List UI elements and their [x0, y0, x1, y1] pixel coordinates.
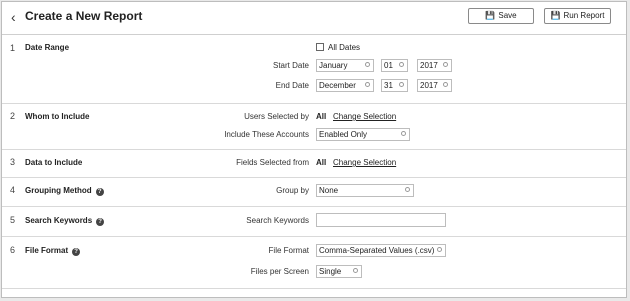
- start-date-label: Start Date: [272, 61, 309, 70]
- help-icon[interactable]: ?: [96, 218, 105, 226]
- section-title: Search Keywords?: [25, 216, 105, 226]
- help-icon[interactable]: ?: [72, 248, 81, 256]
- include-accounts-label: Include These Accounts: [224, 130, 309, 139]
- end-month-value: December: [319, 81, 356, 90]
- section-title: Date Range: [25, 43, 70, 52]
- page-title: Create a New Report: [25, 9, 143, 23]
- run-report-icon: 💾: [550, 11, 561, 20]
- start-year-select[interactable]: 2017: [417, 59, 452, 72]
- section-title: Whom to Include: [25, 112, 90, 121]
- dropdown-caret-icon: [399, 82, 404, 87]
- start-day-select[interactable]: 01: [381, 59, 408, 72]
- section-whom-to-include: 2 Whom to Include Users Selected by All …: [2, 103, 626, 150]
- section-search-keywords: 5 Search Keywords? Search Keywords: [2, 206, 626, 237]
- section-title-text: Search Keywords: [25, 216, 93, 225]
- file-format-label: File Format: [268, 246, 309, 255]
- files-per-screen-label: Files per Screen: [250, 267, 309, 276]
- fields-selected-value: All: [316, 158, 327, 167]
- section-number: 3: [10, 157, 16, 167]
- section-number: 4: [10, 185, 16, 195]
- report-panel: ‹ Create a New Report 💾 Save 💾 Run Repor…: [1, 1, 627, 298]
- run-report-button[interactable]: 💾 Run Report: [544, 8, 611, 24]
- group-by-label: Group by: [276, 186, 309, 195]
- fields-selected-label: Fields Selected from: [236, 158, 309, 167]
- end-day-value: 31: [384, 81, 393, 90]
- section-file-format: 6 File Format? File Format Comma-Separat…: [2, 236, 626, 289]
- section-date-range: 1 Date Range All Dates Start Date Januar…: [2, 35, 626, 104]
- end-day-select[interactable]: 31: [381, 79, 408, 92]
- section-title: File Format?: [25, 246, 81, 256]
- section-title: Data to Include: [25, 158, 83, 167]
- include-accounts-select[interactable]: Enabled Only: [316, 128, 410, 141]
- section-data-to-include: 3 Data to Include Fields Selected from A…: [2, 149, 626, 178]
- dropdown-caret-icon: [405, 187, 410, 192]
- search-keywords-label: Search Keywords: [246, 216, 309, 225]
- search-keywords-input[interactable]: [316, 213, 446, 227]
- section-number: 1: [10, 43, 16, 53]
- file-format-select[interactable]: Comma-Separated Values (.csv): [316, 244, 446, 257]
- include-accounts-value: Enabled Only: [319, 130, 368, 139]
- header-bar: ‹ Create a New Report 💾 Save 💾 Run Repor…: [2, 2, 626, 35]
- section-title-text: File Format: [25, 246, 69, 255]
- files-per-screen-select[interactable]: Single: [316, 265, 362, 278]
- dropdown-caret-icon: [401, 131, 406, 136]
- save-icon: 💾: [485, 11, 496, 20]
- users-selected-label: Users Selected by: [244, 112, 309, 121]
- section-title-text: Grouping Method: [25, 186, 92, 195]
- section-number: 2: [10, 111, 16, 121]
- files-per-screen-value: Single: [319, 267, 342, 276]
- file-format-value: Comma-Separated Values (.csv): [319, 246, 435, 255]
- change-selection-link[interactable]: Change Selection: [333, 112, 396, 121]
- run-label: Run Report: [563, 11, 605, 20]
- end-year-select[interactable]: 2017: [417, 79, 452, 92]
- group-by-value: None: [319, 186, 339, 195]
- dropdown-caret-icon: [353, 268, 358, 273]
- start-day-value: 01: [384, 61, 393, 70]
- save-button[interactable]: 💾 Save: [468, 8, 534, 24]
- help-icon[interactable]: ?: [95, 188, 104, 196]
- dropdown-caret-icon: [443, 82, 448, 87]
- end-year-value: 2017: [420, 81, 438, 90]
- end-month-select[interactable]: December: [316, 79, 374, 92]
- change-selection-link[interactable]: Change Selection: [333, 158, 396, 167]
- start-year-value: 2017: [420, 61, 438, 70]
- back-chevron-icon[interactable]: ‹: [11, 9, 16, 25]
- section-number: 5: [10, 215, 16, 225]
- section-title: Grouping Method?: [25, 186, 104, 196]
- all-dates-checkbox[interactable]: [316, 43, 324, 51]
- all-dates-label: All Dates: [328, 43, 361, 52]
- dropdown-caret-icon: [399, 62, 404, 67]
- dropdown-caret-icon: [437, 247, 442, 252]
- users-selected-value: All: [316, 112, 327, 121]
- group-by-select[interactable]: None: [316, 184, 414, 197]
- start-month-select[interactable]: January: [316, 59, 374, 72]
- start-month-value: January: [319, 61, 348, 70]
- section-number: 6: [10, 245, 16, 255]
- section-grouping-method: 4 Grouping Method? Group by None: [2, 177, 626, 207]
- dropdown-caret-icon: [365, 62, 370, 67]
- end-date-label: End Date: [275, 81, 309, 90]
- save-label: Save: [498, 11, 517, 20]
- dropdown-caret-icon: [443, 62, 448, 67]
- dropdown-caret-icon: [365, 82, 370, 87]
